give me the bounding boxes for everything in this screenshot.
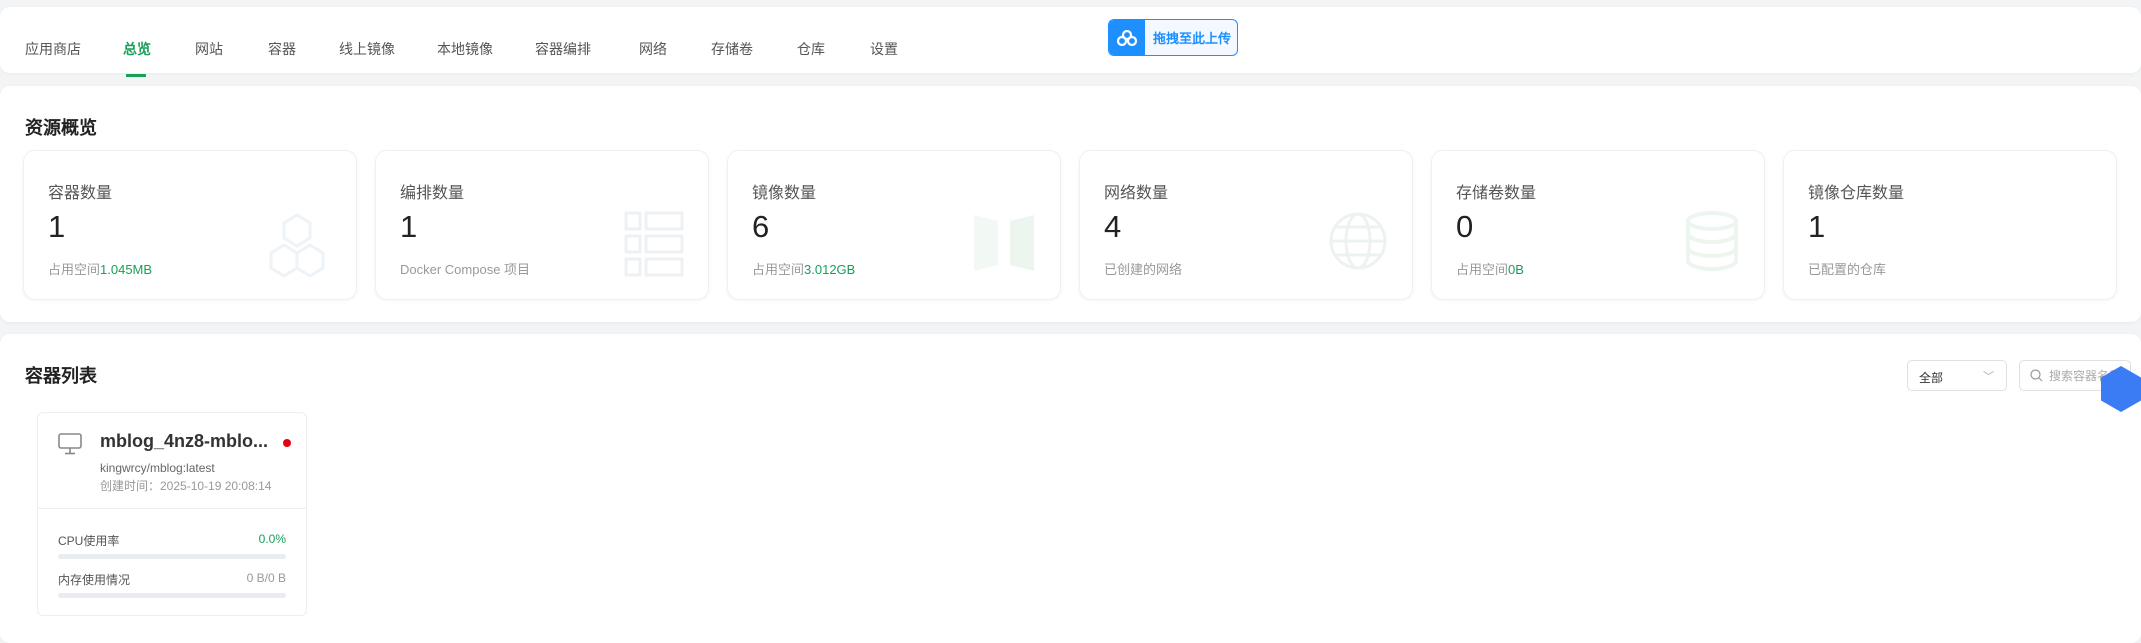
stat-value: 4 <box>1104 209 1122 244</box>
stat-subtext: 已创建的网络 <box>1104 259 1182 278</box>
container-list: 容器列表 全部 ﹀ 搜索容器名称 mblog_4nz8-mblo... kingw… <box>0 334 2141 643</box>
upload-label: 拖拽至此上传 <box>1153 31 1232 46</box>
stat-sub-prefix: 占用空间 <box>1456 262 1509 277</box>
memory-progress-bar <box>58 593 286 598</box>
stat-label: 编排数量 <box>400 185 465 202</box>
chevron-down-icon: ﹀ <box>1983 371 1994 383</box>
stat-subtext: 占用空间3.012GB <box>752 259 855 278</box>
status-filter-select[interactable]: 全部 ﹀ <box>1907 360 2007 391</box>
nav-tab[interactable]: 容器 <box>268 39 296 59</box>
stat-subtext: 占用空间0B <box>1456 259 1524 278</box>
stat-value: 0 <box>1456 209 1474 244</box>
stat-sub-value: 1.045MB <box>100 262 153 277</box>
nav-tab[interactable]: 设置 <box>870 39 898 59</box>
section-title: 资源概览 <box>25 118 97 138</box>
status-dot <box>283 439 291 447</box>
stat-label: 网络数量 <box>1104 185 1169 202</box>
memory-row: 内存使用情况 0 B/0 B <box>58 571 286 588</box>
filter-value: 全部 <box>1919 371 1944 385</box>
cpu-progress-bar <box>58 554 286 559</box>
stat-card[interactable]: 编排数量 1 Docker Compose 项目 <box>375 150 709 300</box>
nav-tab[interactable]: 存储卷 <box>711 39 753 59</box>
stat-sub-prefix: 占用空间 <box>48 262 101 277</box>
nav-tab[interactable]: 总览 <box>123 39 151 77</box>
nav-tab[interactable]: 仓库 <box>797 39 825 59</box>
memory-value: 0 B/0 B <box>246 571 286 585</box>
nav-tab[interactable]: 本地镜像 <box>437 39 493 59</box>
stat-card[interactable]: 网络数量 4 已创建的网络 <box>1079 150 1413 300</box>
stat-subtext: 已配置的仓库 <box>1808 259 1886 278</box>
section-title: 容器列表 <box>25 366 97 386</box>
stat-sub-prefix: 已创建的网络 <box>1104 262 1183 277</box>
memory-label: 内存使用情况 <box>58 573 131 587</box>
stat-sub-prefix: 占用空间 <box>752 262 805 277</box>
stat-card[interactable]: 容器数量 1 占用空间1.045MB <box>23 150 357 300</box>
stat-value: 1 <box>400 209 418 244</box>
stat-sub-value: 0B <box>1508 262 1524 277</box>
stat-subtext: Docker Compose 项目 <box>400 259 530 278</box>
search-icon <box>2030 369 2043 382</box>
stat-sub-value: 3.012GB <box>804 262 856 277</box>
stat-sub-prefix: 已配置的仓库 <box>1808 262 1887 277</box>
divider <box>38 508 306 509</box>
stat-card[interactable]: 镜像数量 6 占用空间3.012GB <box>727 150 1061 300</box>
stat-card[interactable]: 存储卷数量 0 占用空间0B <box>1431 150 1765 300</box>
stat-value: 6 <box>752 209 770 244</box>
stat-label: 镜像数量 <box>752 185 817 202</box>
drag-upload-button[interactable]: 拖拽至此上传 <box>1108 19 1238 56</box>
stat-subtext: 占用空间1.045MB <box>48 259 152 278</box>
nav-tab[interactable]: 网站 <box>195 39 223 59</box>
stat-label: 镜像仓库数量 <box>1808 185 1905 202</box>
baidu-cloud-icon <box>1109 20 1145 55</box>
stat-label: 容器数量 <box>48 185 113 202</box>
nav-tab[interactable]: 容器编排 <box>535 39 591 59</box>
monitor-icon <box>58 433 82 455</box>
cpu-row: CPU使用率 0.0% <box>58 532 286 549</box>
resource-overview: 资源概览 容器数量 1 占用空间1.045MB 编排数量 1 Docker Co… <box>0 86 2141 322</box>
container-image: kingwrcy/mblog:latest <box>100 461 215 475</box>
top-nav: 应用商店 总览 网站 容器 线上镜像 本地镜像 容器编排 网络 存储卷 仓库 设置 拖拽至此上传 <box>0 7 2141 77</box>
container-card[interactable]: mblog_4nz8-mblo... kingwrcy/mblog:latest… <box>37 412 307 616</box>
stat-card[interactable]: 镜像仓库数量 1 已配置的仓库 <box>1783 150 2117 300</box>
container-name[interactable]: mblog_4nz8-mblo... <box>100 431 268 452</box>
stat-value: 1 <box>1808 209 1826 244</box>
nav-tab[interactable]: 网络 <box>639 39 667 59</box>
stat-label: 存储卷数量 <box>1456 185 1537 202</box>
nav-tab[interactable]: 线上镜像 <box>339 39 395 59</box>
created-time: 创建时间：2025-10-19 20:08:14 <box>100 479 272 493</box>
stat-sub-prefix: Docker Compose 项目 <box>400 262 531 277</box>
cpu-label: CPU使用率 <box>58 534 120 548</box>
cpu-value: 0.0% <box>258 532 286 546</box>
stat-value: 1 <box>48 209 66 244</box>
nav-tab[interactable]: 应用商店 <box>25 39 81 59</box>
